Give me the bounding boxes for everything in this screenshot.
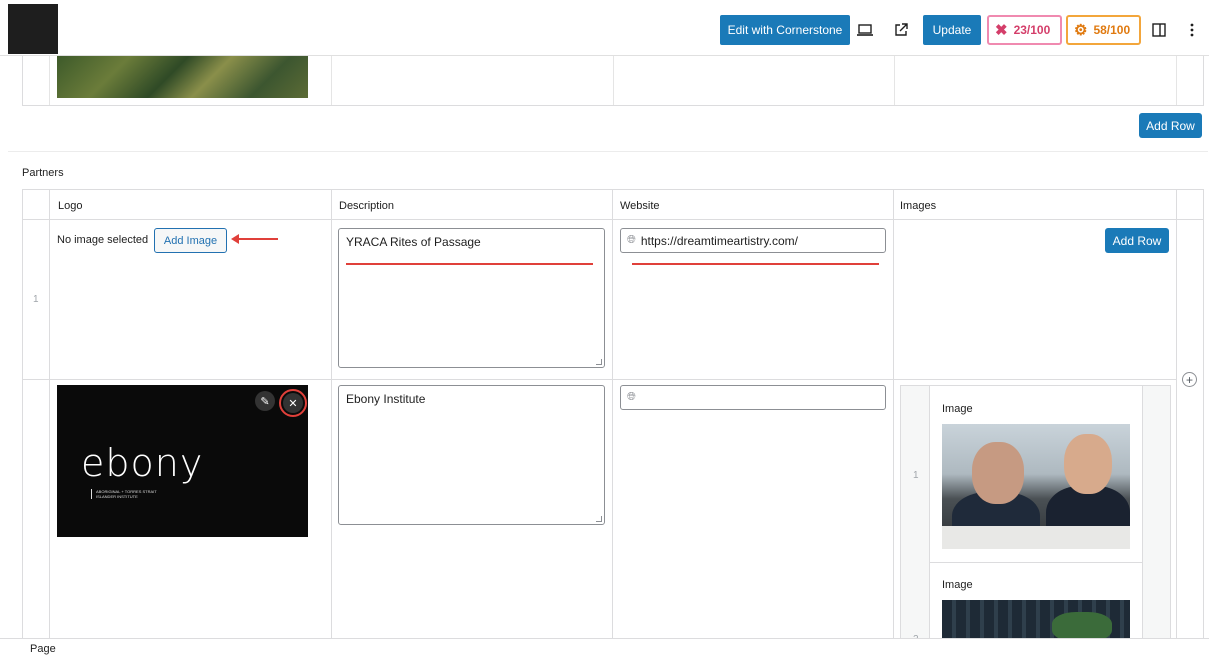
readability-score-icon: ⚙: [1074, 22, 1088, 39]
external-link-icon[interactable]: [889, 18, 913, 42]
seo-score-value: 23/100: [1013, 23, 1051, 37]
site-logo[interactable]: [8, 4, 58, 54]
annotation-underline: [632, 263, 879, 265]
update-button[interactable]: Update: [923, 15, 981, 45]
readability-score-badge[interactable]: ⚙ 58/100: [1066, 15, 1141, 45]
images-subrepeater: 1 Image Image 2: [900, 385, 1171, 639]
description-field[interactable]: Ebony Institute: [338, 385, 605, 525]
edit-with-cornerstone-button[interactable]: Edit with Cornerstone: [720, 15, 850, 45]
footer-breadcrumb-page[interactable]: Page: [30, 643, 56, 655]
row-number: 1: [33, 294, 39, 305]
description-field[interactable]: YRACA Rites of Passage: [338, 228, 605, 368]
annotation-circle: [279, 389, 307, 417]
ebony-logo-word: ebony: [81, 441, 204, 485]
resize-grip-icon[interactable]: [596, 516, 602, 522]
partners-section-label: Partners: [22, 167, 64, 179]
logo-status-text: No image selected: [57, 234, 149, 246]
annotation-arrow: [231, 234, 278, 244]
website-text: https://dreamtimeartistry.com/: [640, 233, 798, 248]
image-field-label: Image: [942, 579, 973, 591]
globe-icon: 🌐︎: [627, 391, 636, 403]
more-vertical-icon[interactable]: [1180, 18, 1204, 42]
edit-image-pencil-icon[interactable]: ✎: [255, 391, 275, 411]
readability-score-value: 58/100: [1093, 23, 1131, 37]
image-field-label: Image: [942, 403, 973, 415]
subrow-number: 1: [913, 470, 919, 481]
ebony-logo-subtitle: ABORIGINAL + TORRES STRAIT ISLANDER INST…: [91, 489, 171, 499]
column-header-website: Website: [620, 200, 660, 212]
add-row-button-images[interactable]: Add Row: [1105, 228, 1169, 253]
add-subrow-plus-icon[interactable]: +: [1182, 372, 1197, 387]
office-photo[interactable]: [942, 600, 1130, 638]
globe-icon: 🌐︎: [627, 234, 636, 246]
seo-score-badge[interactable]: ✖ 23/100: [987, 15, 1062, 45]
resize-grip-icon[interactable]: [596, 359, 602, 365]
laptop-icon[interactable]: [853, 18, 877, 42]
description-text: YRACA Rites of Passage: [346, 235, 481, 249]
add-row-button-upper[interactable]: Add Row: [1139, 113, 1202, 138]
description-text: Ebony Institute: [346, 392, 426, 406]
website-field[interactable]: 🌐︎ https://dreamtimeartistry.com/: [620, 228, 886, 253]
seo-score-icon: ✖: [995, 22, 1008, 39]
column-header-images: Images: [900, 200, 937, 212]
landscape-image: [57, 56, 308, 98]
column-header-description: Description: [339, 200, 395, 212]
people-photo[interactable]: [942, 424, 1130, 549]
partners-table-header: Logo Description Website Images: [23, 190, 1203, 220]
add-image-button[interactable]: Add Image: [154, 228, 227, 253]
editor-toolbar: Edit with Cornerstone Update ✖ 23/100 ⚙ …: [0, 0, 1209, 56]
sidebar-toggle-icon[interactable]: [1147, 18, 1171, 42]
column-header-logo: Logo: [58, 200, 83, 212]
website-field[interactable]: 🌐︎: [620, 385, 886, 410]
editor-footer-breadcrumb: Page: [0, 638, 1209, 656]
divider: [8, 151, 1208, 152]
annotation-underline: [346, 263, 593, 265]
